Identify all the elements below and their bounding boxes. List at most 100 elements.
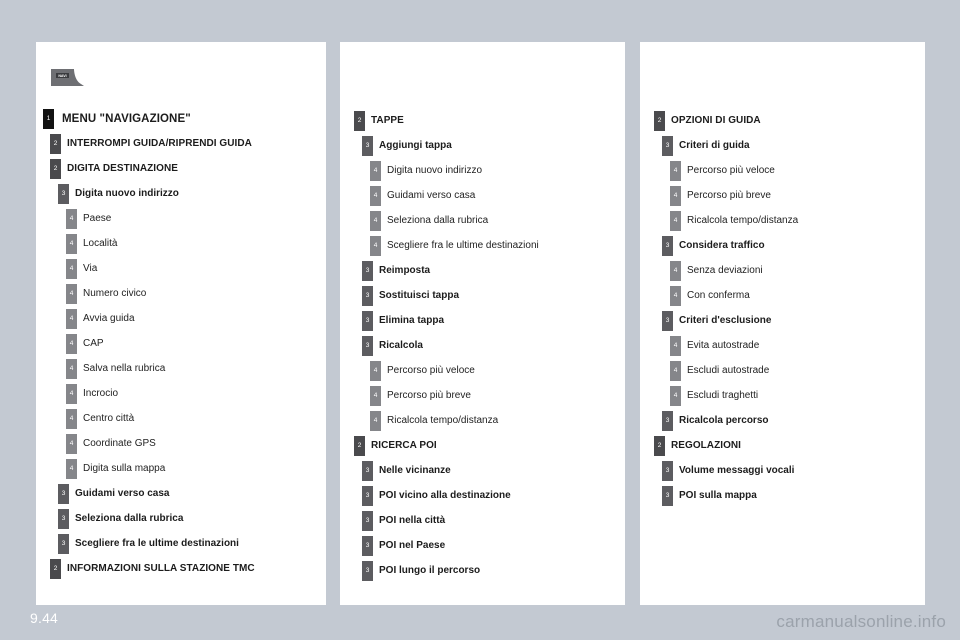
menu-item[interactable]: 4 Paese [36,206,326,231]
level-badge: 3 [662,485,673,506]
menu-item[interactable]: 2 TAPPE [340,108,625,133]
menu-item[interactable]: 4 Percorso più breve [340,383,625,408]
menu-item[interactable]: 3 POI nel Paese [340,533,625,558]
menu-item[interactable]: 2 INTERROMPI GUIDA/RIPRENDI GUIDA [36,131,326,156]
menu-item[interactable]: 4 Ricalcola tempo/distanza [340,408,625,433]
menu-item-label: Seleziona dalla rubrica [387,215,489,226]
level-badge: 4 [66,308,77,329]
level-badge: 4 [66,408,77,429]
menu-item-label: POI nella città [379,515,446,526]
site-watermark: carmanualsonline.info [776,612,946,631]
menu-item[interactable]: 4 Percorso più veloce [640,158,925,183]
menu-item[interactable]: 3 Ricalcola percorso [640,408,925,433]
menu-item[interactable]: 4 Digita nuovo indirizzo [340,158,625,183]
menu-item-label: Scegliere fra le ultime destinazioni [75,538,239,549]
menu-item[interactable]: 4 Incrocio [36,381,326,406]
menu-item-label: REGOLAZIONI [671,440,741,451]
navi-key-icon: NAVI [50,67,90,89]
level-badge: 3 [662,235,673,256]
level-badge: 4 [370,235,381,256]
menu-panel-navigation: NAVI 1 MENU "NAVIGAZIONE" 2 INTERROMPI GUID… [36,42,326,605]
level-badge: 3 [58,183,69,204]
level-badge: 4 [370,185,381,206]
menu-item[interactable]: 3 Scegliere fra le ultime destinazioni [36,531,326,556]
level-badge: 3 [662,460,673,481]
menu-item[interactable]: 4 Via [36,256,326,281]
menu-item[interactable]: 3 Criteri d'esclusione [640,308,925,333]
level-badge: 4 [370,210,381,231]
menu-item[interactable]: 4 Località [36,231,326,256]
level-badge: 4 [66,433,77,454]
level-badge: 2 [354,435,365,456]
svg-text:NAVI: NAVI [58,74,66,78]
menu-item-label: Località [83,238,118,249]
level-badge: 4 [370,385,381,406]
level-badge: 4 [670,285,681,306]
level-badge: 4 [66,208,77,229]
level-badge: 1 [43,108,54,129]
menu-item[interactable]: 4 Percorso più breve [640,183,925,208]
level-badge: 3 [362,535,373,556]
menu-item[interactable]: 4 Ricalcola tempo/distanza [640,208,925,233]
menu-tree-3: 2 OPZIONI DI GUIDA 3 Criteri di guida 4 Perco… [640,108,925,508]
menu-item[interactable]: 3 POI sulla mappa [640,483,925,508]
menu-item[interactable]: 3 Guidami verso casa [36,481,326,506]
menu-item-label: POI lungo il percorso [379,565,481,576]
menu-item-label: Evita autostrade [687,340,760,351]
menu-item[interactable]: 3 POI lungo il percorso [340,558,625,583]
menu-item[interactable]: 4 Escludi autostrade [640,358,925,383]
menu-item[interactable]: 3 Ricalcola [340,333,625,358]
menu-item[interactable]: 3 Elimina tappa [340,308,625,333]
menu-item[interactable]: 3 Criteri di guida [640,133,925,158]
menu-item[interactable]: 4 Guidami verso casa [340,183,625,208]
menu-item[interactable]: 4 Con conferma [640,283,925,308]
menu-item[interactable]: 4 Centro città [36,406,326,431]
menu-item[interactable]: 4 Evita autostrade [640,333,925,358]
menu-item-label: Con conferma [687,290,750,301]
menu-item[interactable]: 3 Volume messaggi vocali [640,458,925,483]
menu-item[interactable]: 4 Percorso più veloce [340,358,625,383]
menu-item[interactable]: 2 OPZIONI DI GUIDA [640,108,925,133]
menu-item[interactable]: 3 Aggiungi tappa [340,133,625,158]
menu-item[interactable]: 4 Avvia guida [36,306,326,331]
menu-item[interactable]: 4 Salva nella rubrica [36,356,326,381]
menu-item[interactable]: 3 Considera traffico [640,233,925,258]
menu-item[interactable]: 4 Seleziona dalla rubrica [340,208,625,233]
menu-item[interactable]: 3 Digita nuovo indirizzo [36,181,326,206]
menu-item-label: Senza deviazioni [687,265,763,276]
menu-item[interactable]: 2 RICERCA POI [340,433,625,458]
level-badge: 3 [362,285,373,306]
menu-panel-stages-poi: 2 TAPPE 3 Aggiungi tappa 4 Digita nuovo indir… [340,42,625,605]
menu-item[interactable]: 4 CAP [36,331,326,356]
menu-item-label: Digita nuovo indirizzo [387,165,483,176]
level-badge: 3 [362,510,373,531]
menu-item[interactable]: 4 Escludi traghetti [640,383,925,408]
menu-item[interactable]: 4 Digita sulla mappa [36,456,326,481]
level-badge: 3 [662,410,673,431]
level-badge: 4 [670,260,681,281]
menu-item-label: OPZIONI DI GUIDA [671,115,761,126]
menu-item[interactable]: 2 INFORMAZIONI SULLA STAZIONE TMC [36,556,326,581]
menu-item-label: INTERROMPI GUIDA/RIPRENDI GUIDA [67,138,252,149]
level-badge: 3 [662,310,673,331]
menu-item[interactable]: 4 Coordinate GPS [36,431,326,456]
menu-item[interactable]: 3 Nelle vicinanze [340,458,625,483]
menu-item[interactable]: 4 Numero civico [36,281,326,306]
menu-item[interactable]: 4 Senza deviazioni [640,258,925,283]
menu-item[interactable]: 3 Sostituisci tappa [340,283,625,308]
menu-item[interactable]: 3 POI vicino alla destinazione [340,483,625,508]
menu-item-label: Sostituisci tappa [379,290,460,301]
level-badge: 2 [50,158,61,179]
level-badge: 3 [58,533,69,554]
menu-item[interactable]: 1 MENU "NAVIGAZIONE" [36,106,326,131]
menu-item[interactable]: 4 Scegliere fra le ultime destinazioni [340,233,625,258]
menu-item-label: Nelle vicinanze [379,465,451,476]
menu-item-label: Considera traffico [679,240,765,251]
level-badge: 2 [654,435,665,456]
menu-item[interactable]: 3 Seleziona dalla rubrica [36,506,326,531]
menu-item-label: Seleziona dalla rubrica [75,513,184,524]
menu-item[interactable]: 2 DIGITA DESTINAZIONE [36,156,326,181]
menu-item[interactable]: 2 REGOLAZIONI [640,433,925,458]
menu-item[interactable]: 3 Reimposta [340,258,625,283]
menu-item[interactable]: 3 POI nella città [340,508,625,533]
